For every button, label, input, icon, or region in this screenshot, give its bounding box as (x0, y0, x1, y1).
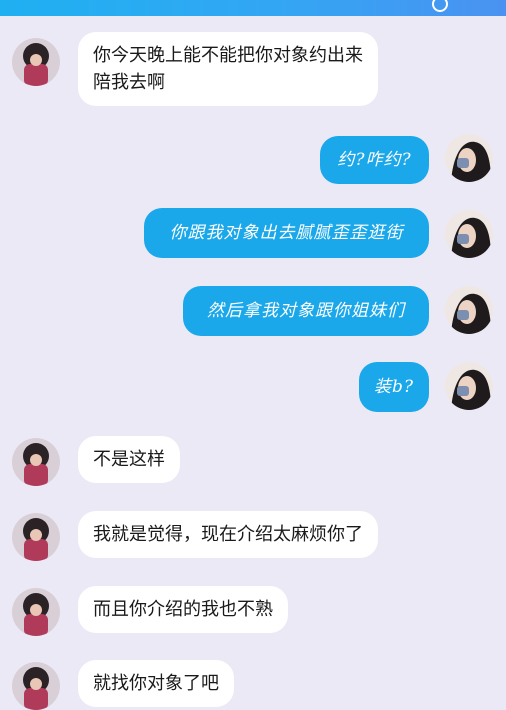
message-bubble[interactable]: 装b? (359, 362, 429, 412)
message-bubble[interactable]: 然后拿我对象跟你姐妹们 (183, 286, 429, 336)
message-bubble[interactable]: 你今天晚上能不能把你对象约出来 陪我去啊 (78, 32, 378, 106)
my-avatar[interactable] (445, 362, 493, 410)
chat-header-bar (0, 0, 506, 16)
my-avatar[interactable] (445, 286, 493, 334)
my-avatar[interactable] (445, 134, 493, 182)
friend-avatar[interactable] (12, 588, 60, 636)
message-bubble[interactable]: 就找你对象了吧 (78, 660, 234, 707)
friend-avatar[interactable] (12, 513, 60, 561)
friend-avatar[interactable] (12, 438, 60, 486)
message-bubble[interactable]: 而且你介绍的我也不熟 (78, 586, 288, 633)
message-bubble[interactable]: 约?咋约? (320, 136, 429, 184)
message-bubble[interactable]: 你跟我对象出去腻腻歪歪逛街 (144, 208, 429, 258)
message-bubble[interactable]: 我就是觉得，现在介绍太麻烦你了 (78, 511, 378, 558)
my-avatar[interactable] (445, 210, 493, 258)
message-bubble[interactable]: 不是这样 (78, 436, 180, 483)
header-icon[interactable] (432, 0, 448, 12)
friend-avatar[interactable] (12, 662, 60, 710)
friend-avatar[interactable] (12, 38, 60, 86)
